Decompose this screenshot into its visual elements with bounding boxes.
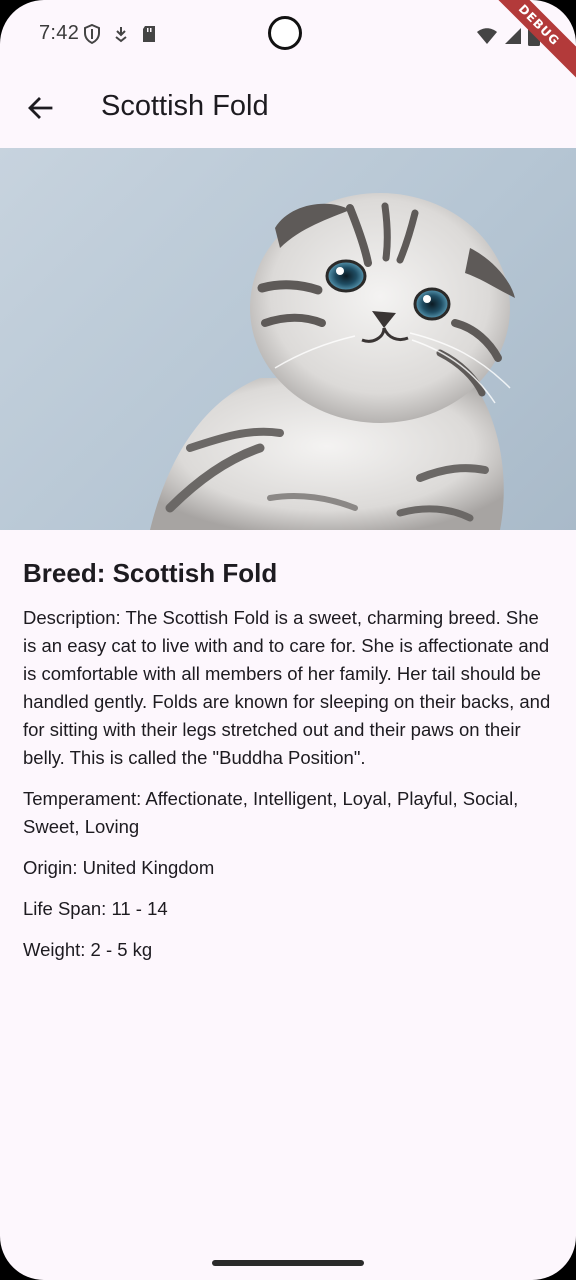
app-bar: Scottish Fold (0, 72, 576, 148)
status-time: 7:42 (39, 22, 80, 44)
download-icon (113, 25, 129, 43)
gesture-nav-handle[interactable] (212, 1260, 364, 1266)
breed-title: Breed: Scottish Fold (23, 558, 278, 588)
breed-origin: Origin: United Kingdom (23, 857, 215, 878)
page-title: Scottish Fold (101, 90, 269, 122)
app-screen: 7:42 DEBUG Scottish Fold Breed: Scottish… (0, 0, 576, 1280)
breed-description: Description: The Scottish Fold is a swee… (23, 607, 551, 768)
back-button[interactable] (16, 86, 64, 134)
arrow-back-icon (27, 95, 53, 126)
breed-details: Breed: Scottish Fold Description: The Sc… (23, 556, 553, 977)
kitten-photo (0, 148, 576, 530)
shield-icon (83, 24, 101, 44)
breed-weight: Weight: 2 - 5 kg (23, 939, 153, 960)
signal-icon (504, 27, 522, 50)
breed-temperament: Temperament: Affectionate, Intelligent, … (23, 788, 519, 837)
camera-cutout (268, 16, 302, 50)
wifi-icon (476, 27, 498, 50)
status-icons-left (83, 24, 157, 44)
status-bar: 7:42 DEBUG (0, 0, 576, 86)
breed-life-span: Life Span: 11 - 14 (23, 898, 168, 919)
sd-card-icon (141, 25, 157, 43)
